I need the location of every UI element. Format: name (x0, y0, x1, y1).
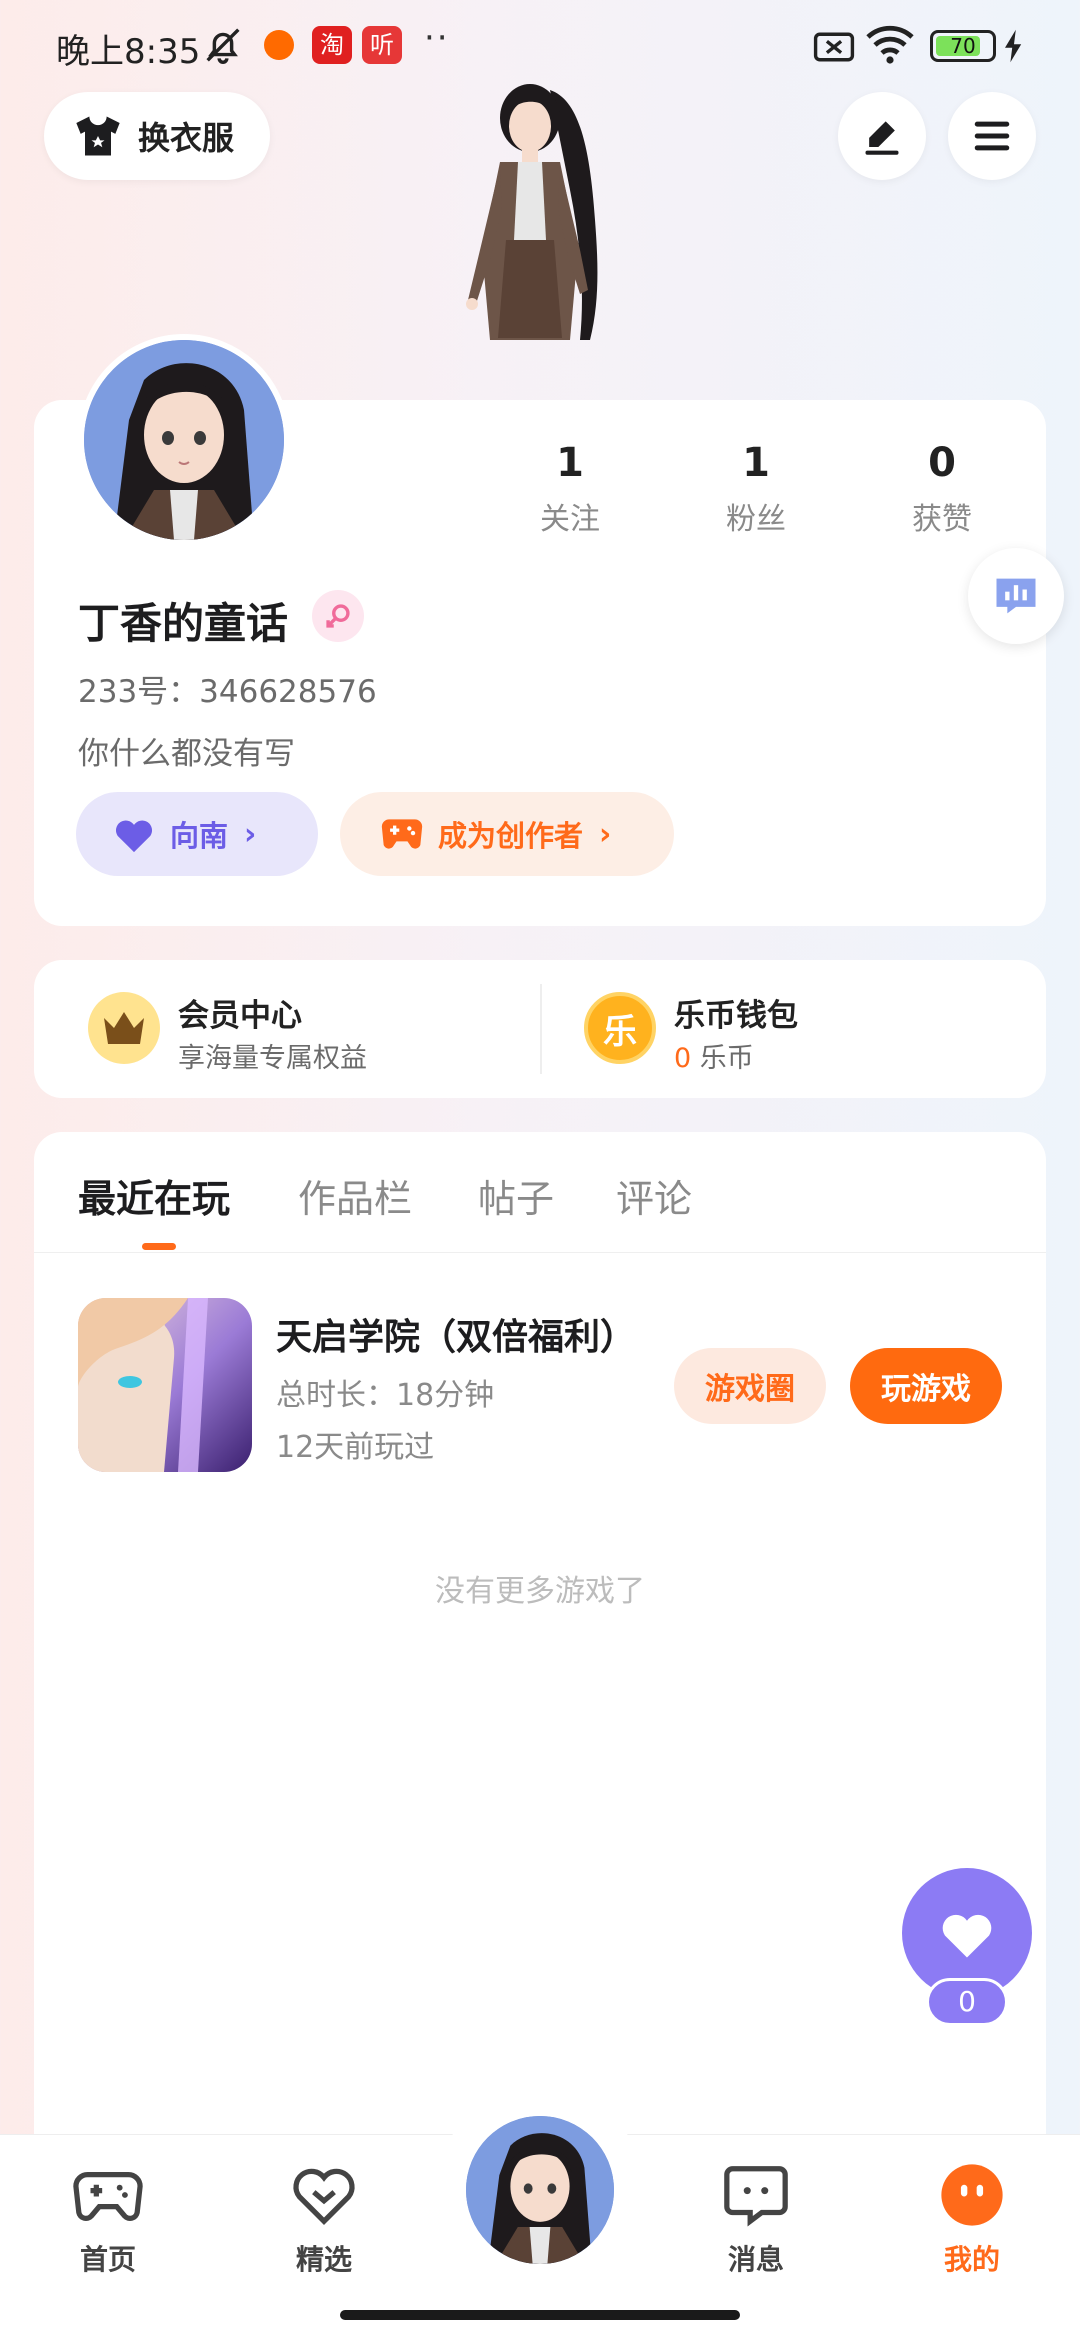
battery-icon: 70 (930, 30, 996, 62)
change-outfit-label: 换衣服 (138, 119, 235, 157)
chevron-right-icon: › (244, 816, 257, 852)
user-id: 233号：346628576 (78, 674, 377, 710)
game-title[interactable]: 天启学院（双倍福利） (276, 1308, 636, 1360)
crown-icon[interactable] (88, 992, 160, 1064)
tshirt-icon (76, 116, 120, 156)
message-icon (724, 2166, 788, 2227)
no-sim-icon (813, 32, 855, 62)
active-tab-indicator (142, 1243, 176, 1250)
nav-featured[interactable]: 精选 (264, 2160, 384, 2278)
tab-comments[interactable]: 评论 (616, 1168, 692, 1223)
relation-tag-label: 向南 (170, 819, 229, 853)
chevron-right-icon: › (599, 816, 612, 852)
battery-level: 70 (950, 34, 976, 58)
following-count: 1 (556, 440, 584, 486)
following-label: 关注 (540, 502, 600, 537)
wallet-amount: 0 (674, 1043, 692, 1074)
coin-icon[interactable]: 乐 (584, 992, 656, 1064)
profile-avatar[interactable] (78, 334, 290, 546)
wallet-title[interactable]: 乐币钱包 (674, 990, 798, 1035)
like-count-badge: 0 (926, 1978, 1008, 2026)
avatar-portrait (84, 340, 284, 540)
pen-icon (865, 121, 899, 155)
game-last-played: 12天前玩过 (276, 1430, 435, 1465)
vip-center-subtitle: 享海量专属权益 (178, 1043, 367, 1074)
likes-label: 获赞 (912, 502, 972, 537)
change-outfit-button[interactable]: 换衣服 (44, 92, 270, 180)
edit-profile-button[interactable] (838, 92, 926, 180)
female-icon (312, 590, 364, 642)
heart-icon (115, 820, 153, 853)
game-circle-button[interactable]: 游戏圈 (674, 1348, 826, 1424)
profile-face-icon (941, 2164, 1003, 2226)
tab-posts[interactable]: 帖子 (478, 1168, 554, 1223)
nav-center-avatar[interactable] (462, 2112, 618, 2268)
taobao-app-icon: 淘 (312, 26, 352, 64)
heart-chat-icon (293, 2168, 355, 2225)
nav-mine-label: 我的 (943, 2243, 1000, 2276)
hamburger-icon (974, 121, 1010, 151)
game-play-duration: 总时长：18分钟 (276, 1378, 495, 1413)
play-game-button[interactable]: 玩游戏 (850, 1348, 1002, 1424)
notification-app-icon (264, 30, 294, 60)
wifi-icon (866, 25, 914, 64)
chat-chart-icon (996, 578, 1036, 614)
no-more-games-text: 没有更多游戏了 (435, 1574, 645, 1609)
username: 丁香的童话 (78, 599, 289, 648)
nav-home[interactable]: 首页 (48, 2160, 168, 2278)
nav-mine[interactable]: 我的 (912, 2160, 1032, 2278)
game-icon[interactable] (78, 1298, 252, 1472)
avatar-character-figure[interactable] (430, 70, 650, 400)
avatar-portrait (466, 2116, 614, 2264)
user-bio: 你什么都没有写 (78, 736, 295, 772)
followers-count: 1 (742, 440, 770, 486)
tab-recently-played[interactable]: 最近在玩 (78, 1168, 230, 1223)
gamepad-icon (73, 2171, 143, 2221)
likes-count: 0 (928, 440, 956, 486)
relation-tag-button[interactable]: 向南 › (76, 792, 318, 876)
heart-icon (942, 1914, 992, 1958)
vip-divider (540, 984, 542, 1074)
following-stat[interactable]: 1 关注 (500, 440, 640, 538)
nav-messages[interactable]: 消息 (696, 2160, 816, 2278)
ting-app-icon: 听 (362, 26, 402, 64)
wallet-unit: 乐币 (699, 1043, 754, 1074)
become-creator-label: 成为创作者 (438, 819, 584, 853)
menu-button[interactable] (948, 92, 1036, 180)
followers-label: 粉丝 (726, 502, 786, 537)
tab-works[interactable]: 作品栏 (298, 1168, 412, 1223)
data-stats-button[interactable] (968, 548, 1064, 644)
status-time: 晚上8:35 (56, 32, 201, 72)
nav-home-label: 首页 (79, 2243, 136, 2276)
home-indicator (340, 2310, 740, 2320)
nav-featured-label: 精选 (295, 2243, 352, 2276)
vip-center-title[interactable]: 会员中心 (178, 990, 302, 1035)
charging-icon (1005, 29, 1022, 63)
likes-stat[interactable]: 0 获赞 (872, 440, 1012, 538)
nav-messages-label: 消息 (727, 2243, 784, 2276)
mute-icon (206, 28, 240, 64)
gamepad-icon (381, 819, 423, 849)
followers-stat[interactable]: 1 粉丝 (686, 440, 826, 538)
become-creator-button[interactable]: 成为创作者 › (340, 792, 674, 876)
tab-divider (34, 1252, 1046, 1253)
wallet-balance: 0 乐币 (674, 1036, 754, 1075)
more-notifications-icon: ·· (424, 18, 450, 58)
